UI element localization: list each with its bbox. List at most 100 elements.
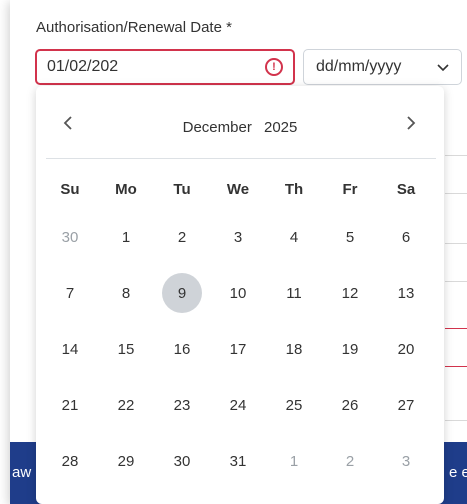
- calendar-day[interactable]: 31: [210, 433, 266, 489]
- calendar-day[interactable]: 15: [98, 321, 154, 377]
- calendar-day-number: 6: [401, 228, 411, 246]
- calendar-day[interactable]: 6: [378, 209, 434, 265]
- calendar-day[interactable]: 1: [266, 433, 322, 489]
- calendar-day[interactable]: 14: [42, 321, 98, 377]
- calendar-day[interactable]: 24: [210, 377, 266, 433]
- chevron-down-icon: [437, 60, 449, 75]
- calendar-day[interactable]: 21: [42, 377, 98, 433]
- calendar-day-selected[interactable]: 9: [154, 265, 210, 321]
- calendar-day[interactable]: 29: [98, 433, 154, 489]
- calendar-day-number: 12: [341, 284, 359, 302]
- calendar-day[interactable]: 23: [154, 377, 210, 433]
- calendar-day[interactable]: 3: [210, 209, 266, 265]
- weekday-header: Th: [284, 180, 304, 198]
- weekday-header: Su: [60, 180, 80, 198]
- calendar-month: December: [182, 119, 252, 136]
- calendar-day-number: 2: [177, 228, 187, 246]
- calendar-day[interactable]: 2: [322, 433, 378, 489]
- calendar-day-number: 7: [65, 284, 75, 302]
- calendar-day[interactable]: 4: [266, 209, 322, 265]
- calendar-day[interactable]: 12: [322, 265, 378, 321]
- calendar-day-number: 18: [285, 340, 303, 358]
- calendar-day-number: 15: [117, 340, 135, 358]
- date-format-value: dd/mm/yyyy: [316, 58, 402, 75]
- next-month-button[interactable]: [401, 114, 421, 137]
- background-divider: [445, 281, 467, 282]
- calendar-day[interactable]: 30: [154, 433, 210, 489]
- calendar-day-number: 30: [173, 452, 191, 470]
- calendar-day-number: 3: [401, 452, 411, 470]
- background-error-line: [445, 366, 467, 367]
- calendar-day[interactable]: 17: [210, 321, 266, 377]
- background-bar-text-right: e ex: [449, 464, 467, 481]
- background-divider: [445, 420, 467, 421]
- calendar-day-number: 13: [397, 284, 415, 302]
- calendar-day[interactable]: 30: [42, 209, 98, 265]
- background-divider: [445, 155, 467, 156]
- calendar-day-number: 22: [117, 396, 135, 414]
- calendar-day-number: 4: [289, 228, 299, 246]
- calendar-day[interactable]: 3: [378, 433, 434, 489]
- date-input-value[interactable]: 01/02/202: [47, 58, 265, 76]
- calendar-day[interactable]: 28: [42, 433, 98, 489]
- calendar-day-number: 21: [61, 396, 79, 414]
- calendar-day-number: 20: [397, 340, 415, 358]
- calendar-month-year: December 2025: [36, 119, 444, 136]
- calendar-day-number: 1: [121, 228, 131, 246]
- calendar-day-number: 30: [61, 228, 79, 246]
- calendar-day-number: 2: [345, 452, 355, 470]
- calendar-day-number: 25: [285, 396, 303, 414]
- background-error-line: [445, 328, 467, 329]
- weekday-header: Mo: [115, 180, 137, 198]
- date-input[interactable]: 01/02/202 !: [35, 49, 295, 85]
- weekday-header: Fr: [342, 180, 358, 198]
- calendar-day[interactable]: 11: [266, 265, 322, 321]
- calendar-day-number: 29: [117, 452, 135, 470]
- date-format-select[interactable]: dd/mm/yyyy: [303, 49, 462, 85]
- weekday-header: Sa: [396, 180, 416, 198]
- date-picker-popup: December 2025 Su Mo Tu We Th Fr Sa 30 1 2 3 4 5 6 7 8 9 1…: [36, 86, 444, 504]
- calendar-header: December 2025: [36, 86, 444, 158]
- calendar-day[interactable]: 2: [154, 209, 210, 265]
- calendar-grid: Su Mo Tu We Th Fr Sa 30 1 2 3 4 5 6 7 8 9 10 11 12 13 14 15 16 1…: [42, 169, 434, 489]
- calendar-day[interactable]: 5: [322, 209, 378, 265]
- calendar-day[interactable]: 1: [98, 209, 154, 265]
- calendar-day[interactable]: 8: [98, 265, 154, 321]
- calendar-day-number: 5: [345, 228, 355, 246]
- calendar-day[interactable]: 26: [322, 377, 378, 433]
- weekday-header: We: [226, 180, 250, 198]
- calendar-day[interactable]: 16: [154, 321, 210, 377]
- calendar-day-number: 23: [173, 396, 191, 414]
- calendar-day-number: 19: [341, 340, 359, 358]
- calendar-day[interactable]: 19: [322, 321, 378, 377]
- calendar-day-number: 10: [229, 284, 247, 302]
- background-divider: [445, 193, 467, 194]
- calendar-day[interactable]: 22: [98, 377, 154, 433]
- calendar-day-number: 26: [341, 396, 359, 414]
- calendar-day[interactable]: 25: [266, 377, 322, 433]
- weekday-header: Tu: [173, 180, 191, 198]
- calendar-day-number: 31: [229, 452, 247, 470]
- calendar-day[interactable]: 13: [378, 265, 434, 321]
- calendar-day-number: 11: [286, 284, 302, 302]
- calendar-day[interactable]: 20: [378, 321, 434, 377]
- calendar-year: 2025: [264, 119, 298, 136]
- calendar-day-number: 28: [61, 452, 79, 470]
- calendar-divider: [46, 158, 436, 159]
- calendar-day-number: 27: [397, 396, 415, 414]
- chevron-right-icon: [407, 116, 416, 130]
- calendar-day[interactable]: 27: [378, 377, 434, 433]
- calendar-day-number: 8: [121, 284, 131, 302]
- calendar-day-number: 1: [289, 452, 299, 470]
- calendar-day-number: 14: [61, 340, 79, 358]
- calendar-day[interactable]: 18: [266, 321, 322, 377]
- calendar-day[interactable]: 10: [210, 265, 266, 321]
- background-divider: [445, 243, 467, 244]
- calendar-day-number: 17: [229, 340, 247, 358]
- calendar-day[interactable]: 7: [42, 265, 98, 321]
- calendar-day-number: 16: [173, 340, 191, 358]
- calendar-day-number: 9: [162, 273, 202, 313]
- date-field-label: Authorisation/Renewal Date *: [36, 19, 232, 36]
- calendar-day-number: 24: [229, 396, 247, 414]
- calendar-day-number: 3: [233, 228, 243, 246]
